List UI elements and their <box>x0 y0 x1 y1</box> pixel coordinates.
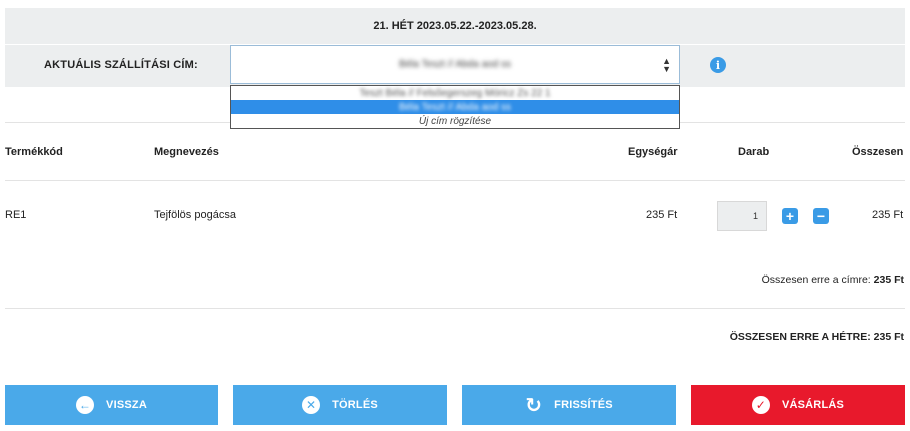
row-name: Tejfölös pogácsa <box>154 209 236 221</box>
address-total-label: Összesen erre a címre: <box>761 274 871 286</box>
address-select[interactable]: Béla Teszt // Abda aod ss ▲ ▼ <box>230 45 680 84</box>
dropdown-option-selected[interactable]: Béla Teszt // Abda aod ss <box>231 100 679 114</box>
address-bar: AKTUÁLIS SZÁLLÍTÁSI CÍM: Béla Teszt // A… <box>5 45 905 87</box>
row-total: 235 Ft <box>872 209 904 221</box>
delete-button[interactable]: ✕ TÖRLÉS <box>233 385 447 425</box>
buy-button[interactable]: ✓ VÁSÁRLÁS <box>691 385 905 425</box>
address-dropdown-list: Teszt Béla // Felsőegerszeg Móricz Zs 22… <box>230 85 680 129</box>
select-arrows-icon: ▲ ▼ <box>662 56 671 74</box>
row-unit-price: 235 Ft <box>646 209 678 221</box>
arrow-left-icon: ← <box>76 396 95 414</box>
plus-icon[interactable]: + <box>782 208 798 224</box>
row-code: RE1 <box>5 209 27 221</box>
address-total: Összesen erre a címre: 235 Ft <box>762 274 904 286</box>
divider <box>5 180 905 181</box>
week-header: 21. HÉT 2023.05.22.-2023.05.28. <box>5 8 905 44</box>
address-total-value: 235 Ft <box>873 274 904 286</box>
dropdown-option-new-address[interactable]: Új cím rögzítése <box>231 114 679 128</box>
header-code: Termékkód <box>5 146 63 158</box>
dropdown-option[interactable]: Teszt Béla // Felsőegerszeg Móricz Zs 22… <box>231 86 679 100</box>
header-qty: Darab <box>738 146 770 158</box>
header-unit-price: Egységár <box>628 146 678 158</box>
week-total-label: ÖSSZESEN ERRE A HÉTRE: <box>729 331 871 343</box>
refresh-icon: ↻ <box>525 394 543 417</box>
header-total: Összesen <box>852 146 904 158</box>
header-name: Megnevezés <box>154 146 219 158</box>
check-icon: ✓ <box>751 396 770 414</box>
week-total: ÖSSZESEN ERRE A HÉTRE: 235 Ft <box>730 331 904 343</box>
info-icon[interactable]: i <box>710 57 726 73</box>
minus-icon[interactable]: − <box>813 208 829 224</box>
address-label: AKTUÁLIS SZÁLLÍTÁSI CÍM: <box>44 59 198 71</box>
refresh-button[interactable]: ↻ FRISSÍTÉS <box>462 385 676 425</box>
back-button[interactable]: ← VISSZA <box>5 385 218 425</box>
address-selected-value: Béla Teszt // Abda aod ss <box>398 59 512 70</box>
week-text: 21. HÉT 2023.05.22.-2023.05.28. <box>373 20 537 32</box>
week-total-value: 235 Ft <box>873 331 904 343</box>
quantity-input[interactable]: 1 <box>717 201 767 231</box>
close-icon: ✕ <box>302 396 321 414</box>
divider <box>5 308 905 309</box>
